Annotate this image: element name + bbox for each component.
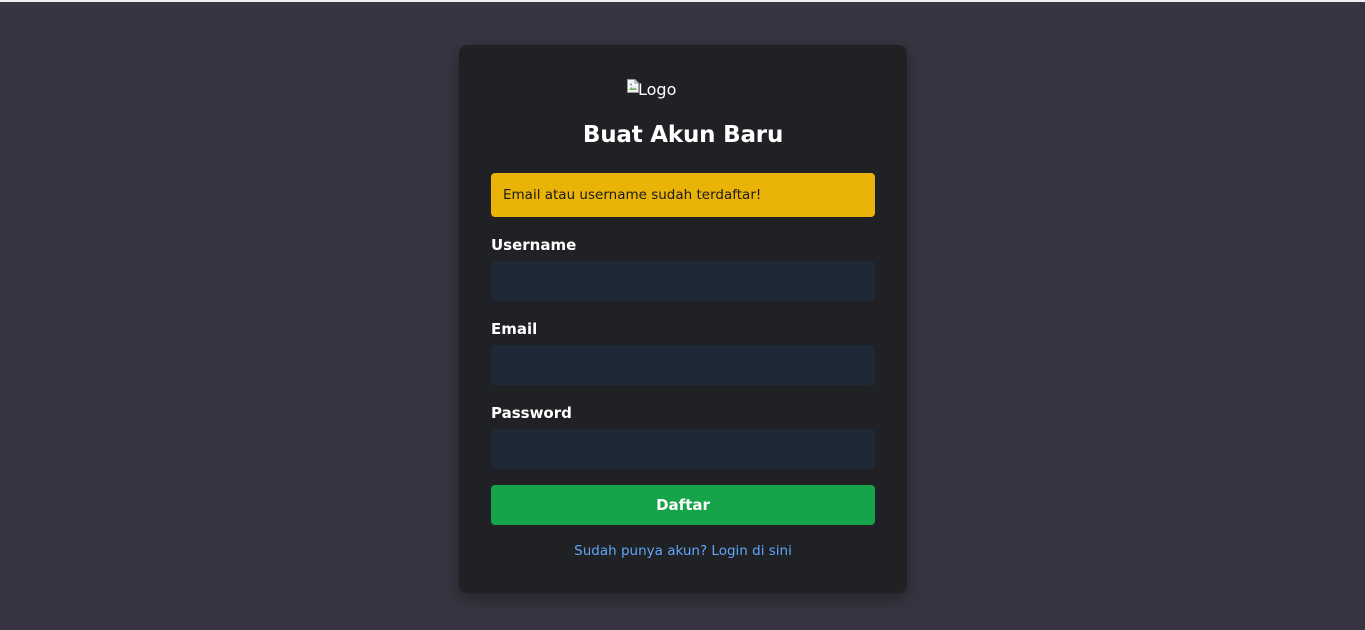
password-input[interactable] <box>491 429 875 469</box>
username-label: Username <box>491 236 577 254</box>
email-input[interactable] <box>491 345 875 385</box>
page-title: Buat Akun Baru <box>582 122 784 148</box>
logo: Logo <box>627 77 676 101</box>
username-input[interactable] <box>491 261 875 301</box>
register-card: Logo Buat Akun Baru Email atau username … <box>459 45 907 593</box>
top-border <box>0 0 1365 2</box>
email-label: Email <box>491 320 538 338</box>
error-alert: Email atau username sudah terdaftar! <box>491 173 875 217</box>
register-button[interactable]: Daftar <box>491 485 875 525</box>
password-label: Password <box>491 404 572 422</box>
logo-alt-text: Logo <box>638 80 677 99</box>
login-link[interactable]: Sudah punya akun? Login di sini <box>459 542 907 560</box>
